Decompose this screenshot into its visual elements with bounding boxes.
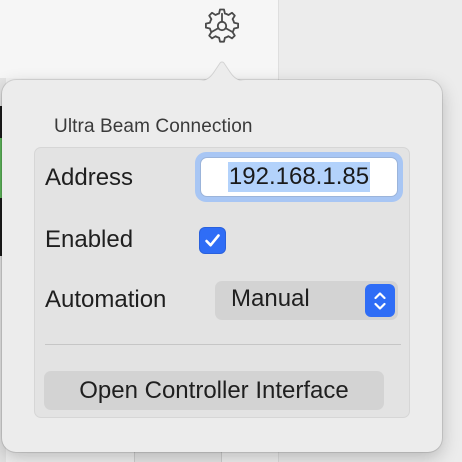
divider xyxy=(45,344,401,345)
address-value: 192.168.1.85 xyxy=(227,162,371,192)
settings-button[interactable] xyxy=(202,6,242,46)
checkmark-icon xyxy=(205,234,220,247)
enabled-checkbox[interactable] xyxy=(199,227,226,254)
address-field[interactable]: 192.168.1.85 xyxy=(200,157,398,197)
open-controller-interface-button[interactable]: Open Controller Interface xyxy=(44,371,384,410)
automation-popup[interactable]: Manual xyxy=(215,281,398,320)
enabled-label: Enabled xyxy=(45,226,134,253)
popup-chevrons-icon xyxy=(365,284,395,317)
gear-icon xyxy=(205,8,239,43)
automation-selected-value: Manual xyxy=(231,285,310,312)
section-title: Ultra Beam Connection xyxy=(54,116,253,137)
automation-label: Automation xyxy=(45,286,167,313)
address-label: Address xyxy=(45,164,134,191)
